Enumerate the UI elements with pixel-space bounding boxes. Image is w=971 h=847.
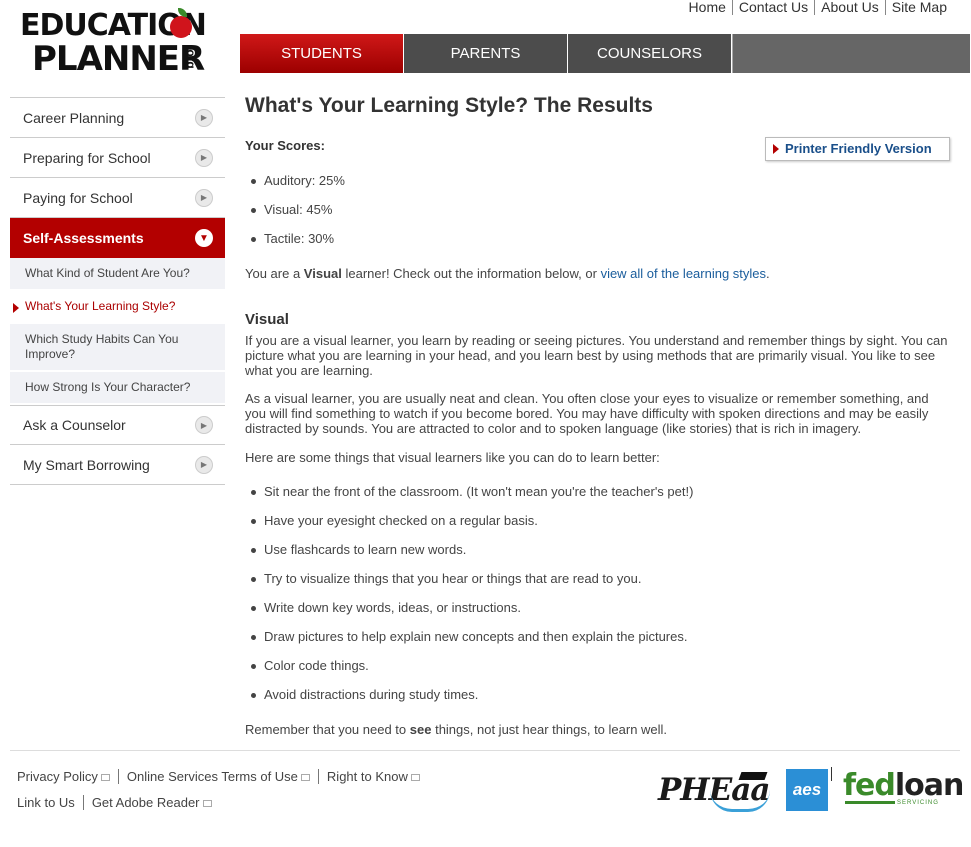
sidebar-item-paying-for-school[interactable]: Paying for School ▶: [10, 178, 225, 218]
pheaa-swoosh: [710, 790, 770, 812]
paragraph-1: If you are a visual learner, you learn b…: [245, 333, 948, 378]
list-item: Color code things.: [245, 658, 693, 687]
list-item: Write down key words, ideas, or instruct…: [245, 600, 693, 629]
link-label: Online Services Terms of Use: [126, 769, 298, 784]
footer-links-row2: Link to Us Get Adobe Reader: [17, 795, 220, 810]
remember-bold: see: [409, 722, 432, 737]
top-nav-home[interactable]: Home: [683, 0, 732, 15]
page-title: What's Your Learning Style? The Results: [245, 94, 653, 117]
list-item: Try to visualize things that you hear or…: [245, 571, 693, 600]
sidebar-item-label: Ask a Counselor: [23, 417, 126, 433]
sidebar-item-self-assessments[interactable]: Self-Assessments ▼: [10, 218, 225, 258]
list-item: Have your eyesight checked on a regular …: [245, 513, 693, 542]
tab-students[interactable]: STUDENTS: [240, 34, 404, 73]
chevron-right-icon: ▶: [195, 188, 213, 207]
fedloan-logo[interactable]: fedloan: [843, 768, 964, 803]
tips-list: Sit near the front of the classroom. (It…: [245, 484, 693, 716]
top-nav: Home Contact Us About Us Site Map: [683, 0, 953, 15]
chevron-right-icon: ▶: [195, 108, 213, 127]
printer-friendly-button[interactable]: Printer Friendly Version: [765, 137, 950, 161]
sidebar-item-career-planning[interactable]: Career Planning ▶: [10, 98, 225, 138]
logo-line2: PLANNER: [32, 39, 205, 79]
link-to-us-link[interactable]: Link to Us: [17, 795, 83, 810]
external-link-icon: [410, 774, 420, 782]
paragraph-3: Here are some things that visual learner…: [245, 450, 660, 465]
link-label: Link to Us: [17, 795, 75, 810]
aes-logo[interactable]: aes: [786, 769, 828, 811]
sidebar-item-label: Preparing for School: [23, 149, 151, 166]
remember-pre: Remember that you need to: [245, 722, 410, 737]
main-tabs: STUDENTS PARENTS COUNSELORS: [240, 34, 970, 73]
chevron-down-icon: ▼: [195, 229, 213, 247]
link-label: Right to Know: [326, 769, 408, 784]
remember-end: things, not just hear things, to learn w…: [431, 722, 668, 737]
logo-divider: [831, 767, 832, 781]
privacy-policy-link[interactable]: Privacy Policy: [17, 769, 118, 784]
external-link-icon: [100, 774, 110, 782]
score-tactile: Tactile: 30%: [245, 231, 345, 260]
terms-of-use-link[interactable]: Online Services Terms of Use: [117, 769, 318, 784]
fedloan-underline: [845, 801, 895, 804]
adobe-reader-link[interactable]: Get Adobe Reader: [82, 795, 220, 810]
link-label: Get Adobe Reader: [91, 795, 200, 810]
sidebar: Career Planning ▶ Preparing for School ▶…: [10, 97, 225, 485]
scores-list: Auditory: 25% Visual: 45% Tactile: 30%: [245, 173, 345, 260]
fedloan-loan: loan: [894, 768, 964, 803]
view-all-styles-link[interactable]: view all of the learning styles: [601, 266, 766, 281]
sidebar-subitem-learning-style[interactable]: What's Your Learning Style?: [10, 291, 225, 324]
learner-type: Visual: [303, 266, 342, 281]
chevron-right-icon: ▶: [195, 148, 213, 167]
list-item: Draw pictures to help explain new concep…: [245, 629, 693, 658]
footer-divider: [10, 750, 960, 751]
external-link-icon: [300, 774, 310, 782]
sidebar-subitem-kind-of-student[interactable]: What Kind of Student Are You?: [10, 258, 225, 291]
sidebar-item-ask-a-counselor[interactable]: Ask a Counselor ▶: [10, 405, 225, 445]
right-to-know-link[interactable]: Right to Know: [317, 769, 428, 784]
remember-note: Remember that you need to see things, no…: [245, 722, 667, 737]
sidebar-item-label: Career Planning: [23, 109, 125, 126]
fedloan-fed: fed: [843, 768, 896, 803]
logo-suffix: .org: [184, 46, 198, 69]
sidebar-item-label: My Smart Borrowing: [23, 456, 150, 473]
graduation-cap-icon: [738, 772, 768, 780]
education-planner-logo[interactable]: EDUCATION PLANNER .org: [18, 6, 218, 79]
learner-mid: learner! Check out the information below…: [341, 266, 601, 281]
apple-icon: [170, 16, 192, 38]
tab-counselors[interactable]: COUNSELORS: [568, 34, 732, 73]
main-content: What's Your Learning Style? The Results …: [245, 94, 955, 737]
fedloan-servicing: SERVICING: [897, 800, 939, 806]
link-label: Privacy Policy: [17, 769, 98, 784]
sidebar-item-label: Paying for School: [23, 189, 133, 206]
chevron-right-icon: ▶: [195, 455, 213, 474]
list-item: Use flashcards to learn new words.: [245, 542, 693, 571]
footer-links-row1: Privacy Policy Online Services Terms of …: [17, 769, 428, 784]
chevron-right-icon: ▶: [195, 416, 213, 434]
top-nav-sitemap[interactable]: Site Map: [884, 0, 953, 15]
tab-parents[interactable]: PARENTS: [404, 34, 568, 73]
list-item: Avoid distractions during study times.: [245, 687, 693, 716]
sidebar-item-label: Self-Assessments: [23, 230, 144, 246]
learner-pre: You are a: [245, 266, 304, 281]
top-nav-contact[interactable]: Contact Us: [731, 0, 814, 15]
tab-bar-filler: [732, 34, 970, 73]
sidebar-subitem-study-habits[interactable]: Which Study Habits Can You Improve?: [10, 324, 225, 372]
score-visual: Visual: 45%: [245, 202, 345, 231]
paragraph-2: As a visual learner, you are usually nea…: [245, 391, 929, 436]
top-nav-about[interactable]: About Us: [814, 0, 885, 15]
sidebar-item-preparing-for-school[interactable]: Preparing for School ▶: [10, 138, 225, 178]
learner-result: You are a Visual learner! Check out the …: [245, 266, 770, 281]
score-auditory: Auditory: 25%: [245, 173, 345, 202]
learner-end: .: [766, 266, 770, 281]
list-item: Sit near the front of the classroom. (It…: [245, 484, 693, 513]
sidebar-subitem-character[interactable]: How Strong Is Your Character?: [10, 372, 225, 405]
sidebar-item-my-smart-borrowing[interactable]: My Smart Borrowing ▶: [10, 445, 225, 485]
external-link-icon: [202, 800, 212, 808]
visual-heading: Visual: [245, 311, 289, 328]
scores-label: Your Scores:: [245, 138, 325, 153]
